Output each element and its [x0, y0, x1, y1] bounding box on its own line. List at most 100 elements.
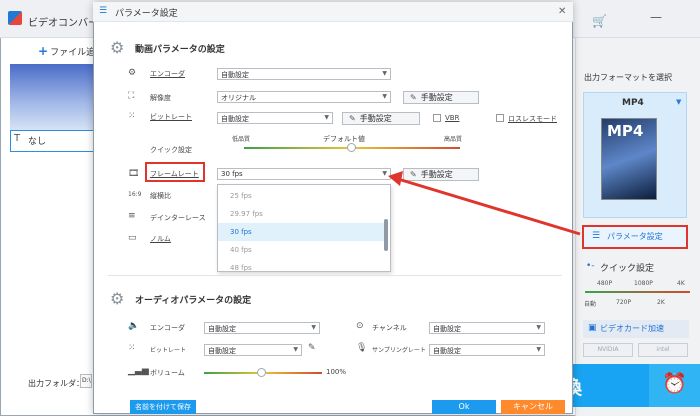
framerate-value: 30 fps — [221, 170, 243, 178]
caret-down-icon: ▼ — [676, 98, 682, 106]
quick-settings-slider[interactable] — [585, 291, 690, 293]
lossless-label: ロスレスモード — [508, 115, 557, 123]
close-icon[interactable]: ✕ — [558, 6, 566, 17]
channel-value: 自動設定 — [433, 325, 461, 333]
gpu-acceleration-label: ビデオカード加速 — [600, 324, 664, 333]
text-icon: T — [14, 133, 21, 144]
sampling-rate-select[interactable]: 自動設定 ▼ — [429, 344, 545, 356]
aspect-label: 縦横比 — [150, 192, 171, 200]
app-title: ビデオコンバー — [28, 18, 98, 29]
app-logo-icon — [8, 11, 22, 25]
audio-bitrate-label: ビットレート — [150, 347, 187, 354]
pencil-icon: ✎ — [410, 93, 417, 102]
framerate-option[interactable]: 25 fps — [218, 187, 386, 205]
channel-select[interactable]: 自動設定 ▼ — [429, 322, 545, 334]
lossless-checkbox[interactable] — [496, 114, 504, 122]
deinterlace-icon: ≡ — [128, 211, 136, 221]
normal-label: ノルム — [150, 235, 171, 243]
format-title: 出力フォーマットを選択 — [584, 73, 672, 82]
volume-icon: ▁▃▅ — [128, 366, 149, 376]
settings-icon: ☰ — [99, 6, 108, 16]
default-value-label: デフォルト値 — [323, 135, 365, 143]
output-folder-label: 出力フォルダ： — [28, 379, 84, 388]
audio-gear-icon: ⚙ — [110, 289, 125, 308]
caret-down-icon: ▼ — [536, 346, 541, 353]
volume-slider-thumb[interactable] — [257, 368, 266, 377]
parameter-settings-label: パラメータ設定 — [607, 232, 663, 241]
dropdown-scrollbar[interactable] — [384, 219, 388, 251]
pencil-icon: ✎ — [349, 114, 356, 123]
channel-label: チャンネル — [372, 324, 407, 332]
vbr-checkbox[interactable] — [433, 114, 441, 122]
caret-down-icon: ▼ — [382, 93, 387, 100]
caret-down-icon: ▼ — [382, 170, 387, 177]
volume-label: ボリューム — [150, 369, 185, 377]
deinterlace-label: デインターレース — [150, 214, 206, 222]
video-gear-icon: ⚙ — [110, 38, 125, 57]
subtitle-select[interactable] — [10, 130, 95, 152]
bitrate-manual-button[interactable]: ✎ 手動設定 — [342, 112, 420, 125]
framerate-icon: 🎞 — [128, 169, 140, 179]
low-quality-label: 低品質 — [232, 136, 251, 143]
caret-down-icon: ▼ — [311, 324, 316, 331]
resolution-select[interactable]: オリジナル ▼ — [217, 91, 391, 103]
plus-icon: + — [38, 44, 49, 58]
resolution-label: 解像度 — [150, 94, 171, 102]
add-file-button[interactable]: + ファイル追 — [38, 44, 95, 58]
encoder-icon: ⚙ — [128, 68, 137, 78]
quick-label-720p: 720P — [616, 299, 632, 306]
aspect-ratio-icon: 16:9 — [128, 191, 142, 198]
alarm-clock-icon: ⏰ — [662, 371, 687, 395]
cancel-button[interactable]: キャンセル — [501, 400, 565, 414]
framerate-option[interactable]: 48 fps — [218, 259, 386, 271]
volume-value: 100% — [326, 368, 347, 376]
checkbox-icon: ▣ — [588, 323, 597, 333]
audio-bitrate-value: 自動設定 — [208, 347, 236, 355]
microphone-icon: 🎙 — [356, 343, 368, 353]
bitrate-value: 自動設定 — [221, 115, 249, 123]
framerate-dropdown: 25 fps 29.97 fps 30 fps 40 fps 48 fps — [217, 184, 391, 272]
subtitle-value: なし — [28, 137, 47, 147]
encoder-select[interactable]: 自動設定 ▼ — [217, 68, 391, 80]
pencil-icon[interactable]: ✎ — [308, 343, 316, 353]
caret-down-icon: ▼ — [382, 70, 387, 77]
output-folder-value: D:\ — [82, 377, 91, 384]
framerate-manual-button[interactable]: ✎ 手動設定 — [403, 168, 479, 181]
bitrate-select[interactable]: 自動設定 ▼ — [217, 112, 333, 124]
framerate-option-selected[interactable]: 30 fps — [218, 223, 386, 241]
audio-bitrate-select[interactable]: 自動設定 ▼ — [204, 344, 302, 356]
quick-settings-icon: •- — [586, 261, 595, 271]
format-icon-label: MP4 — [607, 122, 644, 140]
framerate-option[interactable]: 40 fps — [218, 241, 386, 259]
quick-label-auto: 自動 — [584, 301, 597, 308]
manual-label: 手動設定 — [359, 114, 392, 123]
resolution-icon: ⛶ — [128, 91, 135, 101]
audio-encoder-label: エンコーダ — [150, 324, 185, 332]
audio-encoder-select[interactable]: 自動設定 ▼ — [204, 322, 320, 334]
quick-label-2k: 2K — [657, 299, 665, 306]
framerate-option[interactable]: 29.97 fps — [218, 205, 386, 223]
quality-slider-thumb[interactable] — [347, 143, 356, 152]
caret-down-icon: ▼ — [293, 346, 298, 353]
encoder-value: 自動設定 — [221, 71, 249, 79]
output-folder-field[interactable]: D:\ — [80, 374, 92, 388]
save-as-button[interactable]: 名前を付けて保存 — [130, 400, 196, 414]
quick-settings-label: クイック設定 — [150, 146, 192, 154]
caret-down-icon: ▼ — [324, 114, 329, 121]
ok-button[interactable]: Ok — [432, 400, 496, 414]
audio-bitrate-icon: ⁙ — [128, 343, 136, 353]
intel-logo: intel — [638, 343, 688, 357]
vbr-label: VBR — [445, 114, 460, 122]
manual-label: 手動設定 — [420, 170, 453, 179]
minimize-icon[interactable]: — — [650, 10, 662, 24]
video-thumbnail[interactable] — [10, 64, 95, 130]
normal-icon: ▭ — [128, 233, 137, 243]
audio-section-title: オーディオパラメータの設定 — [135, 296, 252, 306]
speaker-icon: 🔈 — [128, 321, 140, 331]
bitrate-icon: ⁙ — [128, 111, 136, 121]
framerate-select[interactable]: 30 fps ▼ — [217, 168, 391, 180]
resolution-value: オリジナル — [221, 94, 256, 102]
resolution-manual-button[interactable]: ✎ 手動設定 — [403, 91, 479, 104]
cart-icon[interactable]: 🛒 — [592, 14, 607, 28]
video-section-title: 動画パラメータの設定 — [135, 45, 225, 55]
